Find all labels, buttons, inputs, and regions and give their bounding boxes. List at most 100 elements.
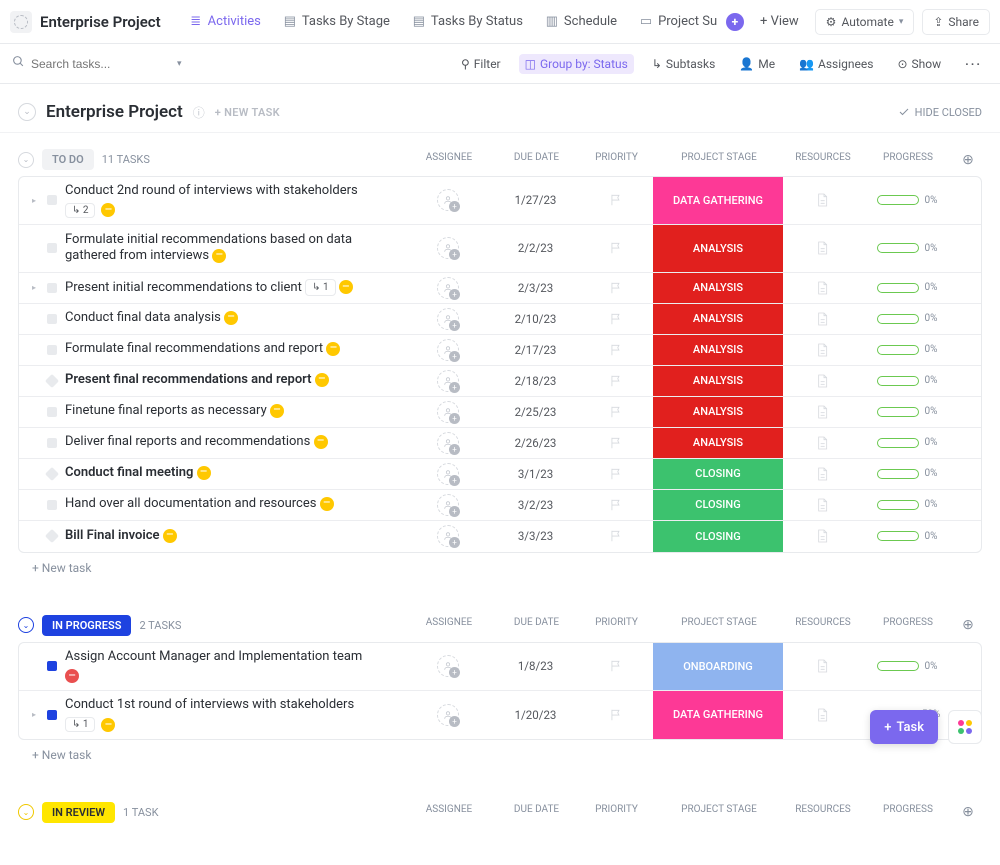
col-stage[interactable]: PROJECT STAGE	[654, 804, 784, 820]
col-assignee[interactable]: ASSIGNEE	[404, 804, 494, 820]
priority-badge-icon[interactable]: —	[163, 529, 177, 543]
automate-button[interactable]: ⚙Automate▾	[815, 9, 915, 35]
priority-badge-icon[interactable]: —	[224, 311, 238, 325]
due-date-cell[interactable]: 3/2/23	[493, 490, 578, 520]
task-name[interactable]: Hand over all documentation and resource…	[65, 496, 403, 513]
resources-cell[interactable]	[783, 397, 861, 427]
task-name[interactable]: Assign Account Manager and Implementatio…	[65, 649, 403, 666]
due-date-cell[interactable]: 1/8/23	[493, 643, 578, 690]
col-stage[interactable]: PROJECT STAGE	[654, 152, 784, 168]
stage-cell[interactable]: CLOSING	[653, 459, 783, 489]
search-chevron-icon[interactable]: ▾	[177, 59, 182, 69]
progress-cell[interactable]: 0%	[861, 521, 953, 552]
due-date-cell[interactable]: 3/1/23	[493, 459, 578, 489]
group-by-button[interactable]: ◫Group by: Status	[519, 54, 634, 74]
group-collapse-icon[interactable]: ⌄	[18, 152, 34, 168]
resources-cell[interactable]	[783, 691, 861, 739]
task-name[interactable]: Formulate final recommendations and repo…	[65, 341, 403, 358]
progress-cell[interactable]: 0%	[861, 177, 953, 224]
status-shape-icon[interactable]	[47, 710, 57, 720]
progress-cell[interactable]: 0%	[861, 490, 953, 520]
new-task-header-button[interactable]: + NEW TASK	[215, 106, 280, 119]
col-assignee[interactable]: ASSIGNEE	[404, 152, 494, 168]
priority-cell[interactable]	[578, 459, 653, 489]
priority-badge-icon[interactable]: —	[270, 404, 284, 418]
stage-cell[interactable]: DATA GATHERING	[653, 691, 783, 739]
priority-badge-icon[interactable]: —	[101, 203, 115, 217]
due-date-cell[interactable]: 2/3/23	[493, 273, 578, 303]
assign-icon[interactable]	[437, 655, 459, 677]
status-shape-icon[interactable]	[47, 314, 57, 324]
col-due[interactable]: DUE DATE	[494, 617, 579, 633]
assign-icon[interactable]	[437, 308, 459, 330]
assign-icon[interactable]	[437, 277, 459, 299]
task-row[interactable]: Assign Account Manager and Implementatio…	[19, 643, 981, 691]
task-name[interactable]: Formulate initial recommendations based …	[65, 232, 403, 266]
progress-cell[interactable]: 0%	[861, 643, 953, 690]
col-resources[interactable]: RESOURCES	[784, 617, 862, 633]
tab-tasks-by-stage[interactable]: ▤Tasks By Stage	[273, 8, 400, 35]
col-progress[interactable]: PROGRESS	[862, 617, 954, 633]
priority-cell[interactable]	[578, 490, 653, 520]
share-button[interactable]: ⇪Share	[922, 9, 990, 35]
status-pill[interactable]: TO DO	[42, 149, 94, 170]
assignee-cell[interactable]	[403, 366, 493, 396]
due-date-cell[interactable]: 2/18/23	[493, 366, 578, 396]
col-due[interactable]: DUE DATE	[494, 152, 579, 168]
priority-badge-icon[interactable]: —	[314, 435, 328, 449]
priority-badge-icon[interactable]: —	[65, 669, 79, 683]
col-priority[interactable]: PRIORITY	[579, 152, 654, 168]
assign-icon[interactable]	[437, 494, 459, 516]
progress-cell[interactable]: 0%	[861, 397, 953, 427]
assignee-cell[interactable]	[403, 225, 493, 272]
resources-cell[interactable]	[783, 643, 861, 690]
task-row[interactable]: Bill Final invoice —3/3/23CLOSING0%	[19, 521, 981, 552]
due-date-cell[interactable]: 1/27/23	[493, 177, 578, 224]
assign-icon[interactable]	[437, 432, 459, 454]
group-collapse-icon[interactable]: ⌄	[18, 804, 34, 820]
assignee-cell[interactable]	[403, 335, 493, 365]
col-priority[interactable]: PRIORITY	[579, 804, 654, 820]
progress-cell[interactable]: 0%	[861, 428, 953, 458]
task-name[interactable]: Bill Final invoice —	[65, 528, 403, 545]
task-row[interactable]: ▸Conduct 2nd round of interviews with st…	[19, 177, 981, 225]
subtasks-button[interactable]: ↳Subtasks	[646, 54, 721, 74]
status-shape-icon[interactable]	[45, 529, 59, 543]
me-button[interactable]: 👤Me	[733, 54, 781, 74]
status-shape-icon[interactable]	[47, 195, 57, 205]
priority-badge-icon[interactable]: —	[101, 718, 115, 732]
collapse-all-icon[interactable]: ⌄	[18, 103, 36, 121]
progress-cell[interactable]: 0%	[861, 273, 953, 303]
priority-cell[interactable]	[578, 397, 653, 427]
priority-cell[interactable]	[578, 225, 653, 272]
assignee-cell[interactable]	[403, 428, 493, 458]
assignee-cell[interactable]	[403, 490, 493, 520]
resources-cell[interactable]	[783, 366, 861, 396]
task-row[interactable]: ▸Present initial recommendations to clie…	[19, 273, 981, 304]
priority-badge-icon[interactable]: —	[339, 280, 353, 294]
stage-cell[interactable]: ANALYSIS	[653, 397, 783, 427]
priority-cell[interactable]	[578, 643, 653, 690]
resources-cell[interactable]	[783, 273, 861, 303]
resources-cell[interactable]	[783, 225, 861, 272]
tab-schedule[interactable]: ▥Schedule	[535, 8, 627, 35]
priority-cell[interactable]	[578, 177, 653, 224]
status-shape-icon[interactable]	[47, 661, 57, 671]
status-shape-icon[interactable]	[47, 283, 57, 293]
status-pill[interactable]: IN REVIEW	[42, 802, 115, 823]
add-view-plus-icon[interactable]: +	[726, 13, 744, 31]
due-date-cell[interactable]: 2/26/23	[493, 428, 578, 458]
add-column-icon[interactable]: ⊕	[954, 617, 982, 633]
resources-cell[interactable]	[783, 335, 861, 365]
assign-icon[interactable]	[437, 401, 459, 423]
progress-cell[interactable]: 0%	[861, 304, 953, 334]
assignee-cell[interactable]	[403, 521, 493, 552]
assignee-cell[interactable]	[403, 177, 493, 224]
task-row[interactable]: Conduct final meeting —3/1/23CLOSING0%	[19, 459, 981, 490]
due-date-cell[interactable]: 2/10/23	[493, 304, 578, 334]
resources-cell[interactable]	[783, 304, 861, 334]
stage-cell[interactable]: ANALYSIS	[653, 273, 783, 303]
due-date-cell[interactable]: 2/25/23	[493, 397, 578, 427]
progress-cell[interactable]: 0%	[861, 366, 953, 396]
expand-caret-icon[interactable]: ▸	[29, 710, 39, 719]
